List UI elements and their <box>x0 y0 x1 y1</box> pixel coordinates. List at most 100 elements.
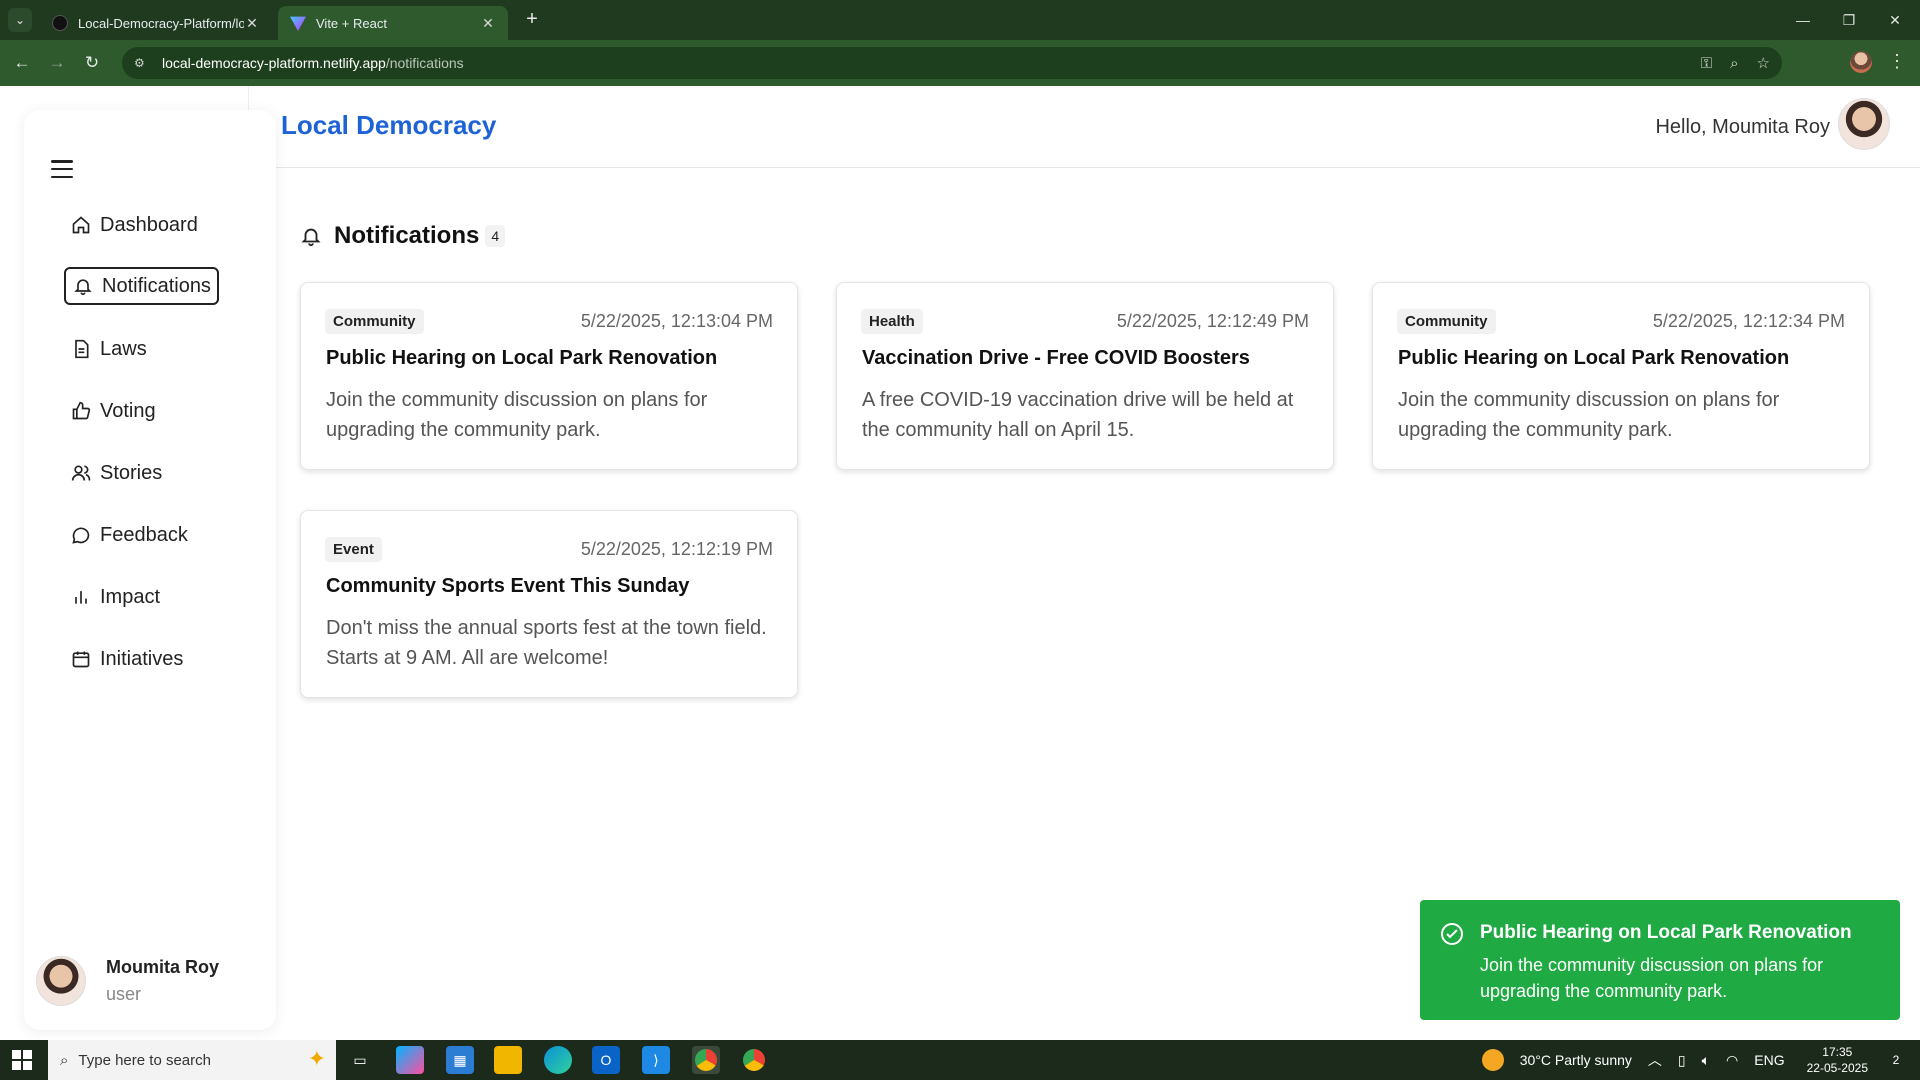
notification-card[interactable]: Community 5/22/2025, 12:13:04 PM Public … <box>300 282 798 470</box>
sidebar-item-initiatives[interactable]: Initiatives <box>64 640 189 678</box>
document-icon <box>70 338 92 360</box>
clock-date: 22-05-2025 <box>1806 1061 1868 1075</box>
sidebar-item-label: Feedback <box>100 523 188 546</box>
sidebar-item-dashboard[interactable]: Dashboard <box>64 206 204 244</box>
notification-card[interactable]: Community 5/22/2025, 12:12:34 PM Public … <box>1372 282 1870 470</box>
sidebar-item-laws[interactable]: Laws <box>64 330 153 368</box>
check-circle-icon <box>1441 923 1463 945</box>
user-greeting: Hello, Moumita Roy <box>1655 116 1830 138</box>
github-icon <box>52 15 68 31</box>
clock[interactable]: 17:35 22-05-2025 <box>1807 1044 1868 1076</box>
sidebar-item-notifications[interactable]: Notifications <box>64 267 219 305</box>
category-tag: Event <box>325 537 382 562</box>
url-field[interactable]: ⚙ local-democracy-platform.netlify.app/n… <box>122 47 1782 79</box>
windows-start-icon[interactable] <box>12 1050 32 1070</box>
site-info-icon[interactable]: ⚙ <box>134 56 152 70</box>
chevron-up-icon[interactable]: ︿ <box>1648 1050 1662 1070</box>
password-key-icon[interactable]: ⚿ <box>1701 55 1712 72</box>
close-icon[interactable]: ✕ <box>244 15 260 32</box>
edge-icon[interactable] <box>544 1046 572 1074</box>
restore-button[interactable]: ❐ <box>1826 0 1872 40</box>
close-icon[interactable]: ✕ <box>480 15 496 32</box>
toast-body: Join the community discussion on plans f… <box>1480 955 1824 1001</box>
sidebar-item-impact[interactable]: Impact <box>64 578 166 616</box>
outlook-icon[interactable]: O <box>592 1046 620 1074</box>
url-host: local-democracy-platform.netlify.app <box>162 55 386 71</box>
chat-bubble-icon <box>70 524 92 546</box>
close-window-button[interactable]: ✕ <box>1872 0 1918 40</box>
vscode-icon[interactable]: ⟩ <box>642 1046 670 1074</box>
category-tag: Health <box>861 309 923 334</box>
notification-count-badge: 4 <box>485 225 506 247</box>
zoom-icon[interactable]: ⌕ <box>1730 55 1738 72</box>
tab-title: Local-Democracy-Platform/loca <box>78 15 244 31</box>
search-placeholder: Type here to search <box>78 1051 211 1069</box>
notification-card[interactable]: Event 5/22/2025, 12:12:19 PM Community S… <box>300 510 798 698</box>
notification-title: Vaccination Drive - Free COVID Boosters <box>862 347 1250 369</box>
success-toast[interactable]: Public Hearing on Local Park Renovation … <box>1420 900 1900 1020</box>
notification-body: Don't miss the annual sports fest at the… <box>326 617 767 669</box>
user-role: user <box>106 984 142 1004</box>
sidebar-item-label: Dashboard <box>100 213 198 236</box>
users-icon <box>70 462 92 484</box>
page-title: Notifications <box>334 222 480 249</box>
notification-card[interactable]: Health 5/22/2025, 12:12:49 PM Vaccinatio… <box>836 282 1334 470</box>
task-view-icon[interactable]: ▭ <box>346 1046 374 1074</box>
os-taskbar: ⌕ Type here to search ✦ ▭ ▦ O ⟩ 30°C Par… <box>0 1040 1920 1080</box>
url-path: /notifications <box>385 55 464 71</box>
bookmark-star-icon[interactable]: ☆ <box>1757 54 1770 72</box>
notification-timestamp: 5/22/2025, 12:12:49 PM <box>1116 311 1309 331</box>
app-brand[interactable]: Local Democracy <box>281 110 496 141</box>
tab-search-button[interactable]: ⌄ <box>8 8 32 32</box>
avatar <box>36 956 86 1006</box>
file-explorer-icon[interactable] <box>494 1046 522 1074</box>
system-tray: 30°C Partly sunny ︿ ▯ 🔈︎ ◠ ENG 17:35 22-… <box>1481 1040 1920 1080</box>
store-icon[interactable]: ▦ <box>446 1046 474 1074</box>
reload-button[interactable]: ↻ <box>80 51 104 75</box>
header-avatar[interactable] <box>1838 98 1890 150</box>
tab-title: Vite + React <box>316 15 387 31</box>
language-indicator[interactable]: ENG <box>1754 1052 1784 1068</box>
category-tag: Community <box>325 309 424 334</box>
clock-time: 17:35 <box>1822 1045 1853 1059</box>
taskbar-search-input[interactable]: ⌕ Type here to search ✦ <box>48 1040 336 1080</box>
notification-title: Community Sports Event This Sunday <box>326 575 690 597</box>
sidebar-item-feedback[interactable]: Feedback <box>64 516 194 554</box>
chrome-profile-icon[interactable] <box>740 1046 768 1074</box>
browser-menu-icon[interactable]: ⋮ <box>1888 51 1906 72</box>
sidebar-user-profile[interactable]: Moumita Roy user <box>36 956 219 1006</box>
sparkle-icon: ✦ <box>307 1046 326 1071</box>
browser-tab-bar: ⌄ Local-Democracy-Platform/loca ✕ Vite +… <box>0 0 1920 40</box>
notification-title: Public Hearing on Local Park Renovation <box>326 347 718 369</box>
weather-text[interactable]: 30°C Partly sunny <box>1520 1052 1632 1068</box>
sidebar-item-label: Notifications <box>102 274 211 297</box>
new-tab-button[interactable]: + <box>520 8 544 32</box>
sidebar: Dashboard Notifications Laws Voting Stor… <box>24 110 276 1030</box>
chrome-icon[interactable] <box>692 1046 720 1074</box>
minimize-button[interactable]: — <box>1780 0 1826 40</box>
sidebar-item-label: Voting <box>100 399 156 422</box>
notifications-heading: Notifications 4 <box>300 222 506 250</box>
wifi-icon[interactable]: ◠ <box>1726 1052 1738 1069</box>
forward-button[interactable]: → <box>45 51 69 75</box>
notification-body: A free COVID-19 vaccination drive will b… <box>862 389 1294 441</box>
browser-tab-github[interactable]: Local-Democracy-Platform/loca ✕ <box>40 6 272 40</box>
back-button[interactable]: ← <box>10 51 34 75</box>
sidebar-item-label: Laws <box>100 337 147 360</box>
notification-timestamp: 5/22/2025, 12:13:04 PM <box>580 311 773 331</box>
sidebar-item-label: Impact <box>100 585 161 608</box>
hamburger-menu-icon[interactable] <box>51 160 73 178</box>
bell-icon <box>72 275 94 297</box>
browser-tab-vite[interactable]: Vite + React ✕ <box>278 6 508 40</box>
notification-center-icon[interactable]: 2 <box>1882 1046 1910 1074</box>
device-icon[interactable]: ▯ <box>1678 1052 1686 1069</box>
copilot-icon[interactable] <box>396 1046 424 1074</box>
weather-icon[interactable] <box>1481 1049 1504 1071</box>
sidebar-item-voting[interactable]: Voting <box>64 392 162 430</box>
volume-icon[interactable]: 🔈︎ <box>1702 1052 1710 1069</box>
sidebar-item-label: Stories <box>100 461 163 484</box>
thumbs-up-icon <box>70 400 92 422</box>
sidebar-item-stories[interactable]: Stories <box>64 454 168 492</box>
notification-body: Join the community discussion on plans f… <box>1398 389 1780 441</box>
browser-profile-avatar[interactable] <box>1850 51 1872 73</box>
